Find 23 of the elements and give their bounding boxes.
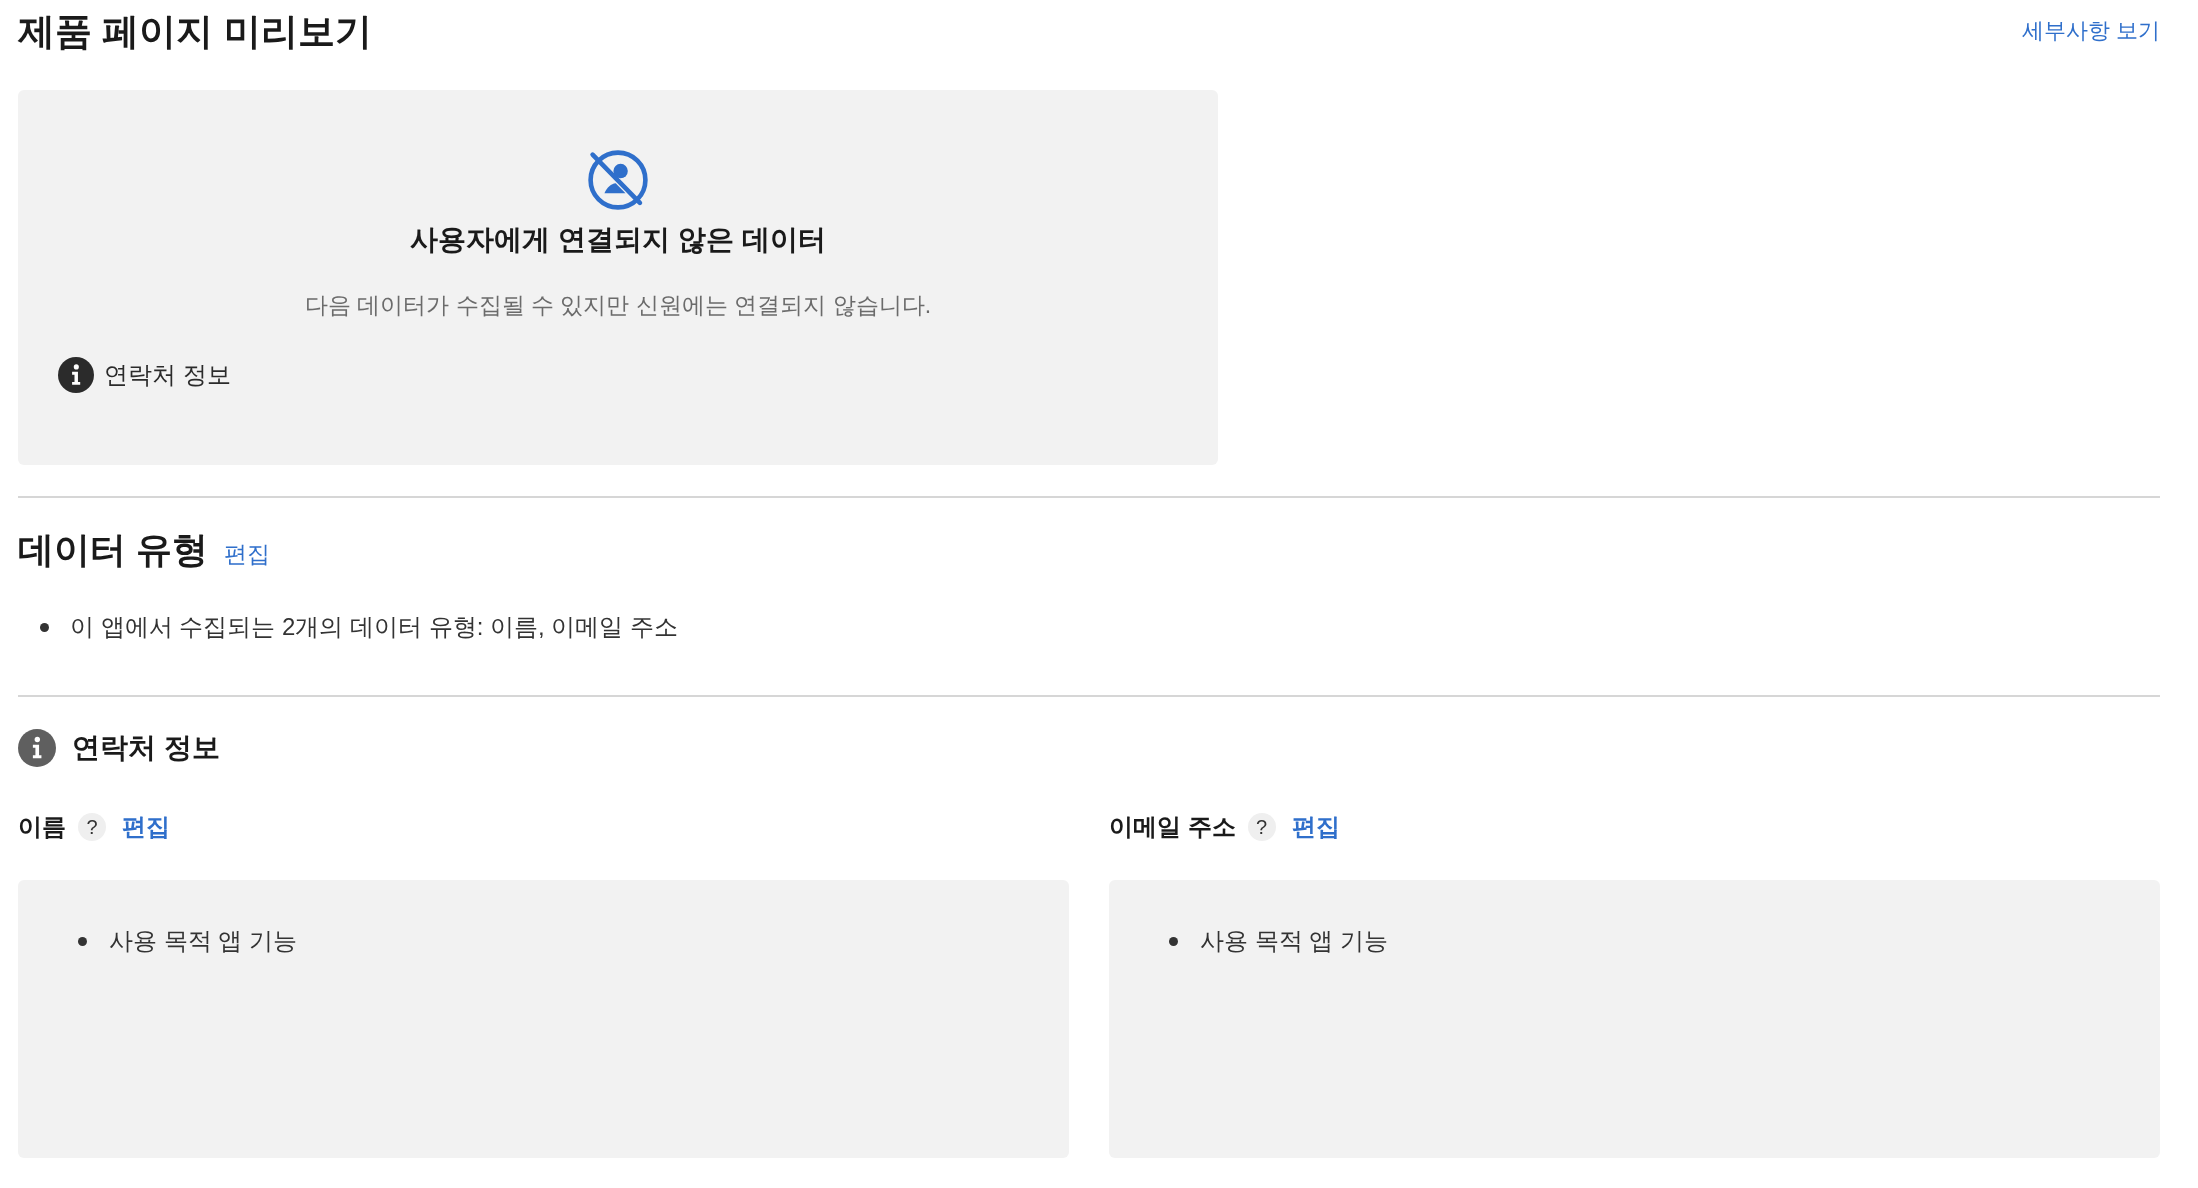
edit-link[interactable]: 편집	[1291, 811, 1340, 843]
list-item-text: 사용 목적 앱 기능	[109, 926, 297, 956]
category-heading: 연락처 정보	[72, 731, 220, 765]
help-button[interactable]: ?	[78, 813, 106, 841]
bullet-icon	[40, 622, 49, 632]
bullet-icon	[78, 936, 87, 946]
field-label: 이름	[18, 812, 66, 842]
person-slash-icon	[588, 150, 648, 210]
list-item-text: 사용 목적 앱 기능	[1200, 926, 1388, 956]
info-icon	[18, 729, 56, 767]
info-icon	[58, 357, 94, 393]
bullet-icon	[1169, 936, 1178, 946]
details-link[interactable]: 세부사항 보기	[2021, 16, 2160, 46]
card-description: 다음 데이터가 수집될 수 있지만 신원에는 연결되지 않습니다.	[303, 291, 933, 320]
list-item-text: 이 앱에서 수집되는 2개의 데이터 유형: 이름, 이메일 주소	[70, 612, 679, 642]
edit-link[interactable]: 편집	[224, 539, 270, 569]
section-heading: 데이터 유형	[18, 528, 208, 572]
field-label: 이메일 주소	[1109, 812, 1236, 842]
category-label: 연락처 정보	[104, 360, 231, 390]
help-button[interactable]: ?	[1247, 813, 1276, 841]
card-heading: 사용자에게 연결되지 않은 데이터	[409, 223, 827, 257]
edit-link[interactable]: 편집	[122, 811, 170, 843]
page-title: 제품 페이지 미리보기	[18, 10, 372, 54]
